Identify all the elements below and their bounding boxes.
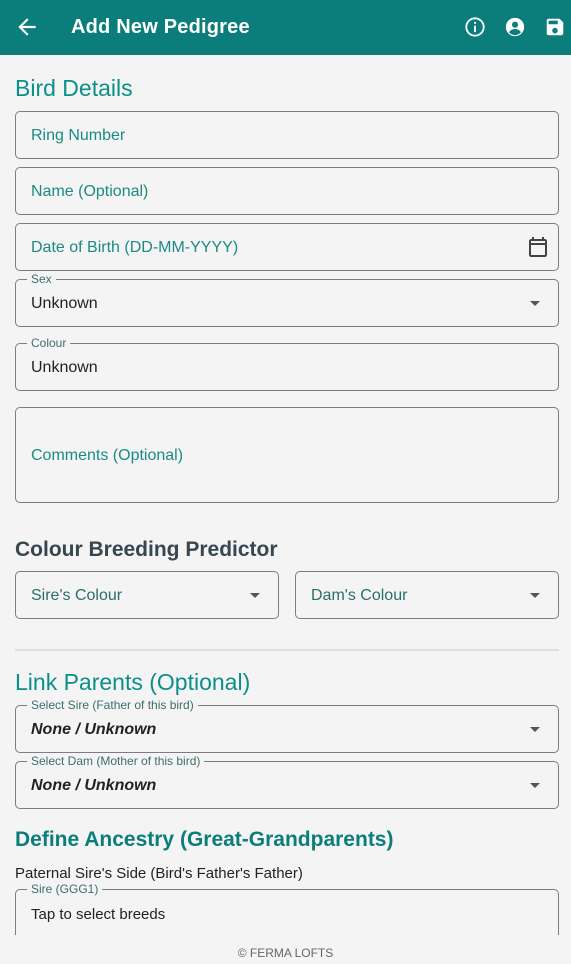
info-icon[interactable]: [464, 16, 486, 38]
dam-colour-dropdown[interactable]: Dam's Colour: [295, 571, 559, 619]
ggg1-label: Sire (GGG1): [27, 882, 103, 896]
account-icon[interactable]: [504, 16, 526, 38]
sire-colour-placeholder: Sire's Colour: [31, 587, 123, 604]
select-dam-value: None / Unknown: [31, 777, 157, 794]
link-parents-heading: Link Parents (Optional): [15, 669, 251, 695]
sire-colour-dropdown[interactable]: Sire's Colour: [15, 571, 279, 619]
colour-label: Colour: [27, 336, 71, 350]
footer-copyright: © FERMA LOFTS: [237, 946, 334, 960]
colour-value: Unknown: [31, 359, 98, 376]
paternal-sire-side-heading: Paternal Sire's Side (Bird's Father's Fa…: [15, 865, 303, 882]
colour-breeding-predictor-heading: Colour Breeding Predictor: [15, 538, 278, 561]
divider: [15, 649, 559, 651]
chevron-down-icon: [530, 783, 540, 788]
bird-details-heading: Bird Details: [15, 75, 133, 101]
define-ancestry-heading: Define Ancestry (Great-Grandparents): [15, 828, 394, 851]
calendar-icon[interactable]: [526, 235, 550, 259]
name-field[interactable]: Name (Optional): [15, 167, 559, 215]
sex-value: Unknown: [31, 295, 98, 312]
chevron-down-icon: [530, 301, 540, 306]
save-icon[interactable]: [544, 16, 566, 38]
app-bar: Add New Pedigree: [0, 0, 571, 55]
select-dam-label: Select Dam (Mother of this bird): [27, 754, 205, 768]
select-dam-dropdown[interactable]: Select Dam (Mother of this bird) None / …: [15, 754, 559, 809]
dam-colour-placeholder: Dam's Colour: [311, 587, 408, 604]
ring-number-placeholder: Ring Number: [31, 127, 126, 144]
ggg1-breed-selector[interactable]: Sire (GGG1) Tap to select breeds: [15, 882, 559, 937]
chevron-down-icon: [250, 593, 260, 598]
select-sire-value: None / Unknown: [31, 721, 157, 738]
back-arrow-icon[interactable]: [14, 14, 40, 40]
ggg1-value: Tap to select breeds: [31, 906, 166, 923]
colour-field[interactable]: Colour Unknown: [15, 336, 559, 391]
page-title: Add New Pedigree: [71, 16, 250, 38]
comments-field[interactable]: Comments (Optional): [15, 407, 559, 503]
date-of-birth-field[interactable]: Date of Birth (DD-MM-YYYY): [15, 223, 559, 271]
select-sire-label: Select Sire (Father of this bird): [27, 698, 198, 712]
sex-label: Sex: [27, 272, 56, 286]
ring-number-field[interactable]: Ring Number: [15, 111, 559, 159]
chevron-down-icon: [530, 727, 540, 732]
name-placeholder: Name (Optional): [31, 183, 149, 200]
comments-placeholder: Comments (Optional): [31, 447, 184, 464]
sex-dropdown[interactable]: Sex Unknown: [15, 272, 559, 327]
select-sire-dropdown[interactable]: Select Sire (Father of this bird) None /…: [15, 698, 559, 753]
date-of-birth-placeholder: Date of Birth (DD-MM-YYYY): [31, 239, 239, 256]
chevron-down-icon: [530, 593, 540, 598]
